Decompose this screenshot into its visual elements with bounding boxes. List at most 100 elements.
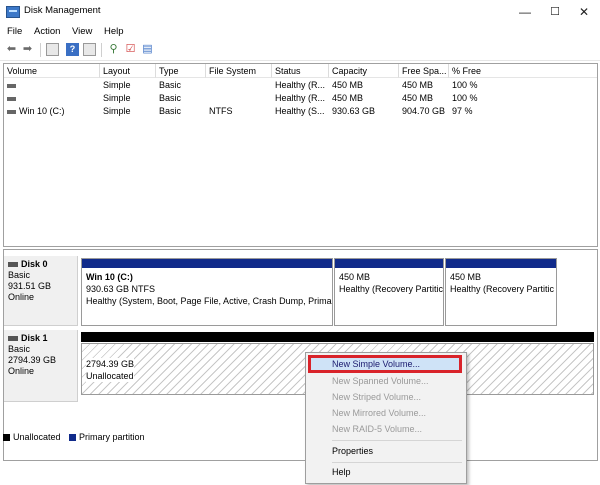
menu-new-spanned-volume[interactable]: New Spanned Volume... <box>308 373 462 389</box>
partition-size: 450 MB <box>339 272 371 282</box>
capacity-cell: 450 MB <box>332 93 364 103</box>
legend-unallocated-swatch <box>3 434 10 442</box>
status-cell: Healthy (S... <box>275 106 325 116</box>
checklist-icon[interactable]: ☑ <box>124 43 137 56</box>
partition-status: Healthy (Recovery Partitic <box>339 284 444 294</box>
properties-icon[interactable] <box>83 43 96 56</box>
unallocated-text: 2794.39 GB Unallocated <box>86 358 135 382</box>
volume-cell: Win 10 (C:) <box>7 105 65 117</box>
menu-action[interactable]: Action <box>34 26 60 37</box>
volume-cell <box>7 79 19 91</box>
window-title: Disk Management <box>24 5 101 16</box>
disk-icon <box>8 336 18 342</box>
primary-partition-bar <box>446 259 556 268</box>
partition-recovery-1[interactable]: 450 MB Healthy (Recovery Partitic <box>334 258 444 326</box>
partition-size: 450 MB <box>450 272 482 282</box>
menu-bar: File Action View Help <box>0 24 600 40</box>
partition-c-title: Win 10 (C:) <box>86 272 133 282</box>
title-bar: Disk Management — ☐ ✕ <box>0 0 600 24</box>
connect-disk-icon[interactable]: ⚲ <box>107 43 120 56</box>
menu-properties[interactable]: Properties <box>308 443 462 459</box>
close-button[interactable]: ✕ <box>569 0 599 24</box>
disk-management-icon <box>6 6 20 18</box>
disk1-label-row: Disk 1 <box>8 333 73 344</box>
disk1-state: Online <box>8 366 35 376</box>
menu-new-mirrored-volume[interactable]: New Mirrored Volume... <box>308 405 462 421</box>
toolbar-separator <box>101 43 102 57</box>
column-status[interactable]: Status <box>272 64 329 78</box>
maximize-button[interactable]: ☐ <box>540 0 570 24</box>
volume-cell <box>7 92 19 104</box>
menu-help-item[interactable]: Help <box>308 464 462 480</box>
primary-partition-bar <box>82 259 332 268</box>
volume-icon <box>7 96 16 101</box>
column-file-system[interactable]: File System <box>206 64 272 78</box>
primary-partition-bar <box>335 259 443 268</box>
disk-icon <box>8 262 18 268</box>
partition-recovery-1-text: 450 MB Healthy (Recovery Partitic <box>339 271 443 295</box>
type-cell: Basic <box>159 93 182 103</box>
disk0-type: Basic <box>8 270 31 280</box>
type-cell: Basic <box>159 106 182 116</box>
help-book-icon[interactable]: ? <box>66 43 79 56</box>
legend-primary-swatch <box>69 434 77 442</box>
volume-icon <box>7 83 16 88</box>
disk1-type: Basic <box>8 344 31 354</box>
menu-separator <box>332 440 462 441</box>
back-icon[interactable]: ⬅ <box>5 43 18 56</box>
table-row[interactable]: Win 10 (C:) Simple Basic NTFS Healthy (S… <box>4 105 597 117</box>
column-capacity[interactable]: Capacity <box>329 64 399 78</box>
partition-c[interactable]: Win 10 (C:) 930.63 GB NTFS Healthy (Syst… <box>81 258 333 326</box>
layout-cell: Simple <box>103 80 131 90</box>
menu-help[interactable]: Help <box>104 26 124 37</box>
console-tree-icon[interactable] <box>46 43 59 56</box>
status-cell: Healthy (R... <box>275 93 326 103</box>
legend: Unallocated Primary partition <box>3 432 145 446</box>
fs-cell: NTFS <box>209 106 233 116</box>
capacity-cell: 930.63 GB <box>332 106 376 116</box>
type-cell: Basic <box>159 80 182 90</box>
percent-free-cell: 100 % <box>452 80 478 90</box>
menu-view[interactable]: View <box>72 26 92 37</box>
free-cell: 450 MB <box>402 80 434 90</box>
legend-primary: Primary partition <box>79 432 145 442</box>
partition-c-text: Win 10 (C:) 930.63 GB NTFS Healthy (Syst… <box>86 271 333 307</box>
disk0-label-row: Disk 0 <box>8 259 73 270</box>
disk1-header[interactable]: Disk 1 Basic 2794.39 GB Online <box>4 330 78 402</box>
menu-new-raid5-volume[interactable]: New RAID-5 Volume... <box>308 421 462 437</box>
list-view-icon[interactable]: ▤ <box>141 43 154 56</box>
menu-new-striped-volume[interactable]: New Striped Volume... <box>308 389 462 405</box>
menu-file[interactable]: File <box>7 26 22 37</box>
column-free-space[interactable]: Free Spa... <box>399 64 449 78</box>
toolbar: ⬅ ➡ ? ⚲ ☑ ▤ <box>0 40 600 61</box>
layout-cell: Simple <box>103 106 131 116</box>
toolbar-separator <box>40 43 41 57</box>
unallocated-bar <box>81 332 594 342</box>
disk0-header[interactable]: Disk 0 Basic 931.51 GB Online <box>4 256 78 326</box>
partition-status: Healthy (Recovery Partitic <box>450 284 555 294</box>
capacity-cell: 450 MB <box>332 80 364 90</box>
volume-icon <box>7 109 16 114</box>
layout-cell: Simple <box>103 93 131 103</box>
unallocated-label: Unallocated <box>86 371 134 381</box>
percent-free-cell: 100 % <box>452 93 478 103</box>
disk-graphical-view[interactable]: Disk 0 Basic 931.51 GB Online Win 10 (C:… <box>3 249 598 461</box>
partition-c-status: Healthy (System, Boot, Page File, Active… <box>86 296 333 306</box>
disk0-state: Online <box>8 292 35 302</box>
forward-icon[interactable]: ➡ <box>21 43 34 56</box>
status-cell: Healthy (R... <box>275 80 326 90</box>
column-layout[interactable]: Layout <box>100 64 156 78</box>
column-percent-free[interactable]: % Free <box>449 64 597 78</box>
column-type[interactable]: Type <box>156 64 206 78</box>
minimize-button[interactable]: — <box>510 0 540 24</box>
menu-new-simple-volume[interactable]: New Simple Volume... <box>308 355 462 373</box>
table-row[interactable]: Simple Basic Healthy (R... 450 MB 450 MB… <box>4 79 597 91</box>
free-cell: 450 MB <box>402 93 434 103</box>
legend-unallocated: Unallocated <box>13 432 61 442</box>
percent-free-cell: 97 % <box>452 106 473 116</box>
table-row[interactable]: Simple Basic Healthy (R... 450 MB 450 MB… <box>4 92 597 104</box>
column-volume[interactable]: Volume <box>4 64 100 78</box>
volume-list[interactable]: Volume Layout Type File System Status Ca… <box>3 63 598 247</box>
partition-recovery-2[interactable]: 450 MB Healthy (Recovery Partitic <box>445 258 557 326</box>
partition-c-size: 930.63 GB NTFS <box>86 284 156 294</box>
